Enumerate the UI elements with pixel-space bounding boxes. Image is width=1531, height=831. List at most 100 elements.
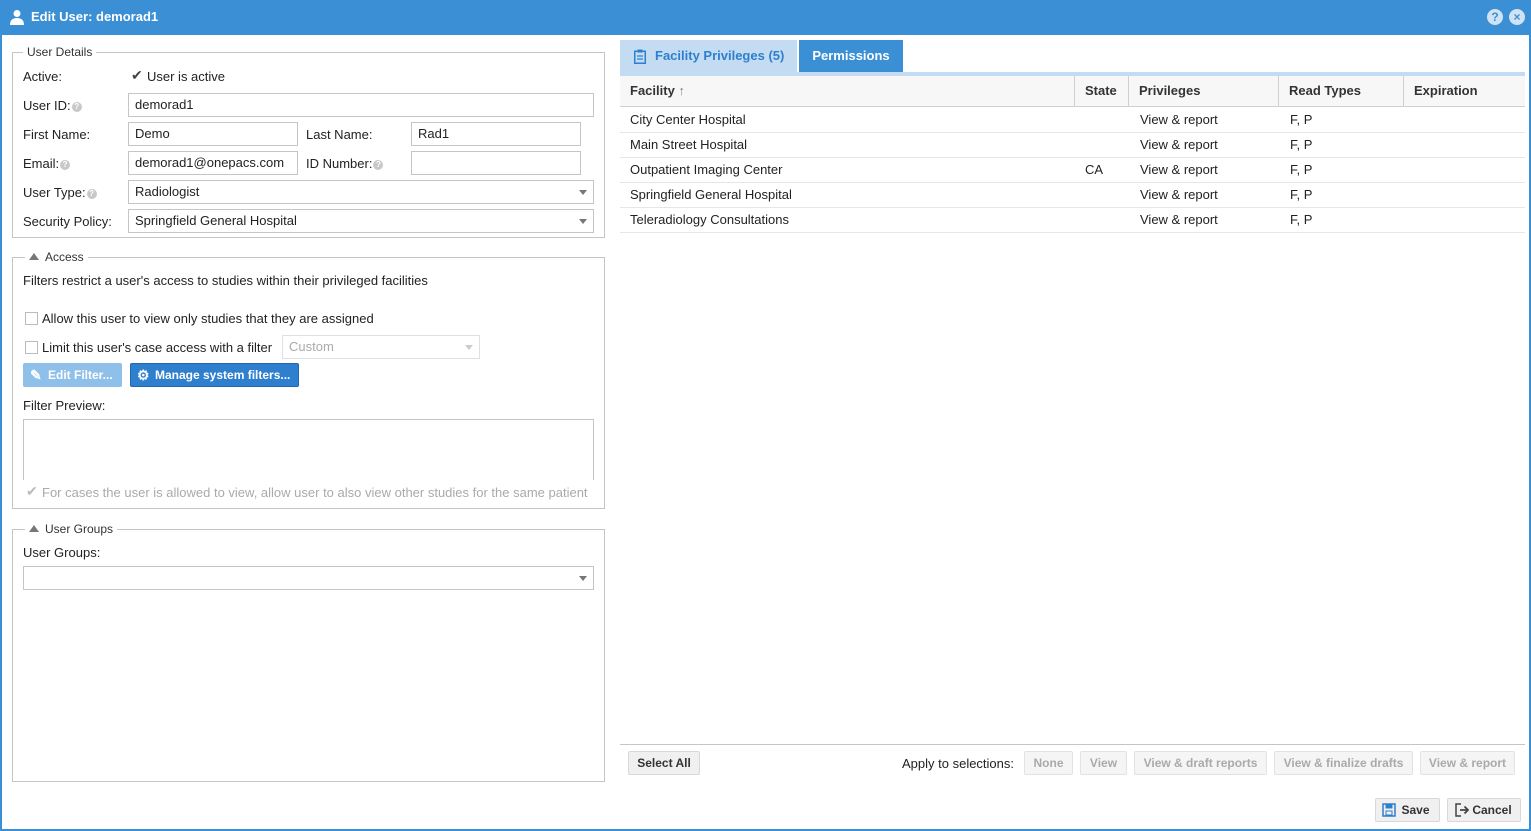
save-button[interactable]: Save: [1375, 798, 1440, 822]
cell-facility: Teleradiology Consultations: [630, 212, 789, 227]
cell-facility: Main Street Hospital: [630, 137, 748, 152]
cell-state: CA: [1085, 162, 1104, 177]
user-id-label: User ID:?: [23, 98, 82, 113]
apply-none-button[interactable]: None: [1024, 751, 1073, 775]
cell-privileges: View & report: [1140, 187, 1218, 202]
cell-state: [1075, 108, 1085, 132]
cell-privileges: View & report: [1140, 137, 1218, 152]
facility-grid-header: Facility ↑ State Privileges Read Types E…: [620, 76, 1525, 107]
table-row[interactable]: Teleradiology Consultations View & repor…: [620, 208, 1525, 233]
collapse-icon: [29, 525, 39, 532]
column-header-facility[interactable]: Facility ↑: [620, 76, 1075, 106]
id-number-label: ID Number:?: [306, 156, 384, 171]
assigned-only-checkbox[interactable]: [25, 312, 38, 325]
close-icon[interactable]: ×: [1509, 9, 1525, 25]
chevron-down-icon: [579, 219, 587, 224]
chevron-down-icon: [579, 576, 587, 581]
edit-filter-button[interactable]: ✎ Edit Filter...: [23, 363, 122, 387]
apply-view-button[interactable]: View: [1080, 751, 1127, 775]
chevron-down-icon: [465, 345, 473, 350]
limit-filter-label[interactable]: Limit this user's case access with a fil…: [42, 340, 272, 355]
clipboard-icon: [634, 49, 646, 64]
help-icon: ?: [86, 188, 97, 199]
apply-view-report-button[interactable]: View & report: [1420, 751, 1515, 775]
manage-system-filters-button[interactable]: ⚙ Manage system filters...: [130, 363, 299, 387]
cell-state: [1075, 183, 1085, 207]
cancel-button[interactable]: Cancel: [1447, 798, 1521, 822]
cell-expiration: [1405, 158, 1415, 182]
user-type-select[interactable]: Radiologist: [128, 180, 594, 204]
select-all-button[interactable]: Select All: [628, 751, 700, 775]
help-icon: ?: [60, 159, 71, 170]
apply-view-finalize-button[interactable]: View & finalize drafts: [1274, 751, 1413, 775]
save-icon: [1382, 803, 1396, 817]
cell-privileges: View & report: [1140, 212, 1218, 227]
first-name-field[interactable]: Demo: [128, 122, 298, 146]
active-checkbox-label[interactable]: User is active: [147, 69, 225, 84]
tab-permissions[interactable]: Permissions: [799, 40, 903, 72]
column-header-state[interactable]: State: [1075, 76, 1129, 106]
filter-select[interactable]: Custom: [282, 335, 480, 359]
help-icon: ?: [373, 159, 384, 170]
active-label: Active:: [23, 69, 63, 84]
active-checkbox[interactable]: ✔: [131, 68, 143, 82]
pencil-icon: ✎: [30, 367, 42, 383]
cell-expiration: [1405, 108, 1415, 132]
filter-preview-label: Filter Preview:: [23, 398, 106, 413]
last-name-label: Last Name:: [306, 127, 373, 142]
user-details-legend: User Details: [23, 45, 97, 59]
last-name-field[interactable]: Rad1: [411, 122, 581, 146]
limit-filter-checkbox[interactable]: [25, 341, 38, 354]
user-groups-legend[interactable]: User Groups: [25, 522, 118, 536]
chevron-down-icon: [579, 190, 587, 195]
cell-facility: City Center Hospital: [630, 112, 746, 127]
id-number-field[interactable]: [411, 151, 581, 175]
table-row[interactable]: Main Street Hospital View & report F, P: [620, 133, 1525, 158]
table-row[interactable]: Outpatient Imaging Center CA View & repo…: [620, 158, 1525, 183]
collapse-icon: [29, 253, 39, 260]
first-name-label: First Name:: [23, 127, 91, 142]
security-policy-select[interactable]: Springfield General Hospital: [128, 209, 594, 233]
cell-expiration: [1405, 183, 1415, 207]
access-legend[interactable]: Access: [25, 250, 88, 264]
column-header-expiration[interactable]: Expiration: [1404, 76, 1525, 106]
cell-read-types: F, P: [1290, 137, 1313, 152]
column-header-read-types[interactable]: Read Types: [1279, 76, 1404, 106]
user-groups-label: User Groups:: [23, 545, 101, 560]
column-header-privileges[interactable]: Privileges: [1129, 76, 1279, 106]
cell-read-types: F, P: [1290, 187, 1313, 202]
user-icon: [10, 10, 24, 25]
apply-to-selections-label: Apply to selections:: [902, 756, 1015, 771]
same-patient-checkbox[interactable]: ✔: [26, 484, 38, 498]
cell-read-types: F, P: [1290, 212, 1313, 227]
help-icon[interactable]: ?: [1487, 9, 1503, 25]
email-field[interactable]: demorad1@onepacs.com: [128, 151, 298, 175]
assigned-only-label[interactable]: Allow this user to view only studies tha…: [42, 311, 374, 326]
email-label: Email:?: [23, 156, 71, 171]
cell-read-types: F, P: [1290, 162, 1313, 177]
user-id-field[interactable]: demorad1: [128, 93, 594, 117]
cell-expiration: [1405, 133, 1415, 157]
help-icon: ?: [71, 101, 82, 112]
filter-preview-area: [23, 419, 594, 480]
access-description: Filters restrict a user's access to stud…: [23, 273, 428, 288]
apply-view-draft-button[interactable]: View & draft reports: [1134, 751, 1267, 775]
cell-privileges: View & report: [1140, 162, 1218, 177]
cell-read-types: F, P: [1290, 112, 1313, 127]
grid-toolbar-divider: [620, 744, 1525, 745]
user-groups-select[interactable]: [23, 566, 594, 590]
security-policy-label: Security Policy:: [23, 214, 112, 229]
title-bar: Edit User: demorad1 ? ×: [2, 0, 1531, 35]
cell-expiration: [1405, 208, 1415, 232]
table-row[interactable]: Springfield General Hospital View & repo…: [620, 183, 1525, 208]
tab-facility-privileges[interactable]: Facility Privileges (5): [620, 40, 797, 72]
cell-facility: Outpatient Imaging Center: [630, 162, 783, 177]
user-type-label: User Type:?: [23, 185, 97, 200]
exit-icon: [1455, 803, 1469, 817]
cell-state: [1075, 208, 1085, 232]
cell-facility: Springfield General Hospital: [630, 187, 792, 202]
same-patient-label[interactable]: For cases the user is allowed to view, a…: [42, 485, 588, 500]
cell-privileges: View & report: [1140, 112, 1218, 127]
table-row[interactable]: City Center Hospital View & report F, P: [620, 108, 1525, 133]
sort-ascending-icon: ↑: [678, 83, 685, 98]
